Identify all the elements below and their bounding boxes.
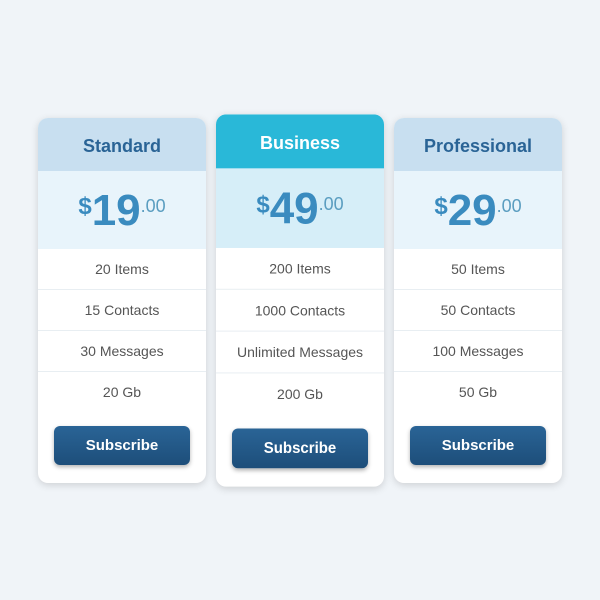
plan-price-main-professional: 29: [448, 189, 497, 233]
plan-card-standard: Standard $19.00 20 Items15 Contacts30 Mess…: [38, 118, 206, 483]
plan-features-professional: 50 Items50 Contacts100 Messages50 Gb: [394, 249, 562, 412]
plan-price-box-business: $49.00: [216, 168, 384, 248]
plan-feature-standard-2: 30 Messages: [38, 331, 206, 372]
plan-feature-professional-1: 50 Contacts: [394, 290, 562, 331]
plan-dollar-standard: $: [78, 195, 91, 219]
plan-price-main-standard: 19: [92, 189, 141, 233]
plan-features-business: 200 Items1000 ContactsUnlimited Messages…: [216, 247, 384, 413]
plan-feature-business-0: 200 Items: [216, 247, 384, 289]
plan-price-box-professional: $29.00: [394, 171, 562, 249]
plan-name-standard: Standard: [83, 136, 161, 156]
plan-price-cents-business: .00: [319, 194, 344, 212]
plan-price-cents-professional: .00: [497, 197, 522, 215]
plan-price-box-standard: $19.00: [38, 171, 206, 249]
plan-features-standard: 20 Items15 Contacts30 Messages20 Gb: [38, 249, 206, 412]
subscribe-button-professional[interactable]: Subscribe: [410, 426, 546, 465]
plan-footer-business: Subscribe: [216, 414, 384, 486]
plan-feature-business-2: Unlimited Messages: [216, 331, 384, 373]
plan-dollar-professional: $: [434, 195, 447, 219]
plan-footer-standard: Subscribe: [38, 412, 206, 483]
plan-header-professional: Professional: [394, 118, 562, 171]
plan-feature-professional-0: 50 Items: [394, 249, 562, 290]
subscribe-button-business[interactable]: Subscribe: [232, 428, 368, 468]
plan-feature-standard-1: 15 Contacts: [38, 290, 206, 331]
plan-feature-business-1: 1000 Contacts: [216, 289, 384, 331]
plan-price-cents-standard: .00: [141, 197, 166, 215]
plan-feature-business-3: 200 Gb: [216, 373, 384, 414]
plan-feature-professional-2: 100 Messages: [394, 331, 562, 372]
plan-card-business: Business $49.00 200 Items1000 ContactsUnli…: [216, 114, 384, 486]
plan-header-standard: Standard: [38, 118, 206, 171]
plan-feature-standard-0: 20 Items: [38, 249, 206, 290]
plan-price-main-business: 49: [270, 186, 319, 231]
plan-feature-professional-3: 50 Gb: [394, 372, 562, 412]
plan-name-professional: Professional: [424, 136, 532, 156]
plan-footer-professional: Subscribe: [394, 412, 562, 483]
pricing-container: Standard$19.0020 Items15 Contacts30 Mess…: [18, 98, 582, 503]
plan-price-professional: $29.00: [434, 189, 521, 233]
plan-header-business: Business: [216, 114, 384, 168]
plan-card-professional: Professional $29.00 50 Items50 Contacts100…: [394, 118, 562, 483]
plan-price-business: $49.00: [256, 186, 343, 231]
plan-name-business: Business: [260, 132, 340, 152]
subscribe-button-standard[interactable]: Subscribe: [54, 426, 190, 465]
plan-price-standard: $19.00: [78, 189, 165, 233]
plan-feature-standard-3: 20 Gb: [38, 372, 206, 412]
plan-dollar-business: $: [256, 192, 269, 216]
